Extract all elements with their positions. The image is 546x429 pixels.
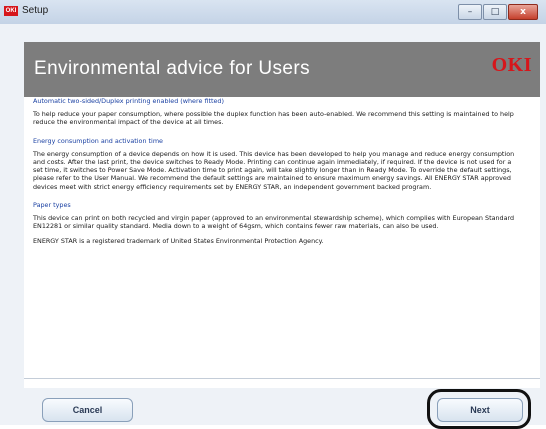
oki-logo: OKI	[491, 54, 532, 76]
section-heading-duplex: Automatic two-sided/Duplex printing enab…	[33, 97, 224, 105]
footer-divider	[24, 378, 540, 379]
section-heading-energy: Energy consumption and activation time	[33, 136, 163, 145]
oki-app-icon: OKI	[4, 6, 18, 16]
maximize-button[interactable]: □	[483, 4, 507, 20]
window-controls: – □ x	[458, 4, 538, 20]
section-paragraph-energy: The energy consumption of a device depen…	[33, 149, 515, 191]
section-heading-paper: Paper types	[33, 201, 71, 210]
advice-text: Automatic two-sided/Duplex printing enab…	[33, 97, 518, 255]
next-button[interactable]: Next	[437, 398, 523, 422]
section-paragraph-paper: This device can print on both recycled a…	[33, 214, 515, 231]
window-title: Setup	[22, 5, 49, 16]
trademark-notice: ENERGY STAR is a registered trademark of…	[33, 236, 324, 245]
close-button[interactable]: x	[508, 4, 538, 20]
header-banner: Environmental advice for Users OKI	[24, 42, 540, 97]
window-titlebar: OKI Setup – □ x	[0, 0, 546, 25]
cancel-button[interactable]: Cancel	[42, 398, 133, 422]
minimize-button[interactable]: –	[458, 4, 482, 20]
section-paragraph-duplex: To help reduce your paper consumption, w…	[33, 110, 514, 127]
page-title: Environmental advice for Users	[34, 58, 310, 79]
